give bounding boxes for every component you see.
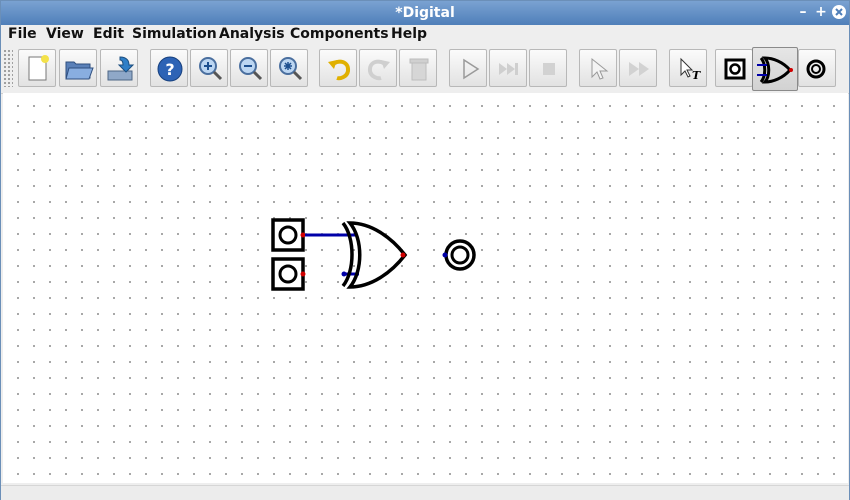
fast-forward-icon: [629, 62, 649, 76]
menu-bar: File View Edit Simulation Analysis Compo…: [1, 25, 849, 45]
delete-button[interactable]: [399, 49, 437, 87]
run-button[interactable]: [449, 49, 487, 87]
zoom-out-icon: [239, 57, 263, 81]
svg-text:?: ?: [165, 60, 174, 79]
input-b[interactable]: [271, 257, 305, 291]
redo-icon: [367, 59, 390, 81]
svg-text:T: T: [692, 69, 701, 82]
output-led-pin[interactable]: [442, 252, 448, 258]
window-title: *Digital: [395, 5, 455, 21]
minimize-icon[interactable]: –: [795, 4, 811, 20]
status-bar: [1, 485, 849, 500]
zoom-fit-icon: [279, 57, 303, 81]
output-led[interactable]: [444, 239, 476, 271]
menu-components[interactable]: Components: [290, 26, 389, 42]
run-icon: [463, 58, 480, 80]
menu-edit[interactable]: Edit: [93, 26, 124, 42]
circuit-drawing: [271, 218, 476, 291]
input-component-button[interactable]: [715, 49, 753, 87]
xor-input-b-pin[interactable]: [341, 271, 347, 277]
open-folder-icon: [65, 61, 94, 80]
new-file-icon: [28, 55, 49, 81]
undo-button[interactable]: [319, 49, 357, 87]
delete-icon: [409, 58, 429, 81]
open-button[interactable]: [59, 49, 97, 87]
zoom-in-icon: [199, 57, 223, 81]
text-cursor-icon: T: [680, 57, 701, 82]
step-icon: [499, 63, 518, 75]
app-window: *Digital – + File View Edit Simulation A…: [0, 0, 850, 500]
circuit-canvas[interactable]: [3, 93, 848, 483]
save-button[interactable]: [100, 49, 138, 87]
zoom-out-button[interactable]: [230, 49, 268, 87]
undo-icon: [328, 59, 351, 81]
menu-help[interactable]: Help: [391, 26, 427, 42]
redo-button[interactable]: [359, 49, 397, 87]
toolbar-grip[interactable]: [3, 49, 13, 87]
analyze-icon: [591, 57, 609, 80]
text-mode-button[interactable]: T: [669, 49, 707, 87]
output-component-button[interactable]: [798, 49, 836, 87]
menu-file[interactable]: File: [8, 26, 37, 42]
stop-button[interactable]: [529, 49, 567, 87]
analyze-button[interactable]: [579, 49, 617, 87]
menu-view[interactable]: View: [46, 26, 84, 42]
save-icon: [107, 56, 135, 81]
toolbar: ? T: [1, 45, 849, 94]
xor-gate-icon: [757, 56, 793, 84]
input-a-pin[interactable]: [300, 232, 306, 238]
input-component-icon: [724, 58, 746, 80]
output-component-icon: [806, 59, 826, 79]
input-b-pin[interactable]: [300, 271, 306, 277]
fast-forward-button[interactable]: [619, 49, 657, 87]
help-icon: ?: [157, 56, 183, 82]
xor-gate[interactable]: [341, 221, 408, 289]
xor-output-pin[interactable]: [400, 252, 406, 258]
maximize-icon[interactable]: +: [813, 4, 829, 20]
zoom-in-button[interactable]: [190, 49, 228, 87]
close-icon[interactable]: [831, 4, 847, 20]
new-file-button[interactable]: [18, 49, 56, 87]
zoom-fit-button[interactable]: [270, 49, 308, 87]
stop-icon: [543, 63, 555, 75]
title-bar: *Digital – +: [1, 1, 849, 25]
help-button[interactable]: ?: [150, 49, 188, 87]
input-a[interactable]: [271, 218, 305, 252]
xor-gate-button[interactable]: [752, 47, 798, 91]
menu-analysis[interactable]: Analysis: [219, 26, 285, 42]
step-button[interactable]: [489, 49, 527, 87]
menu-simulation[interactable]: Simulation: [132, 26, 217, 42]
